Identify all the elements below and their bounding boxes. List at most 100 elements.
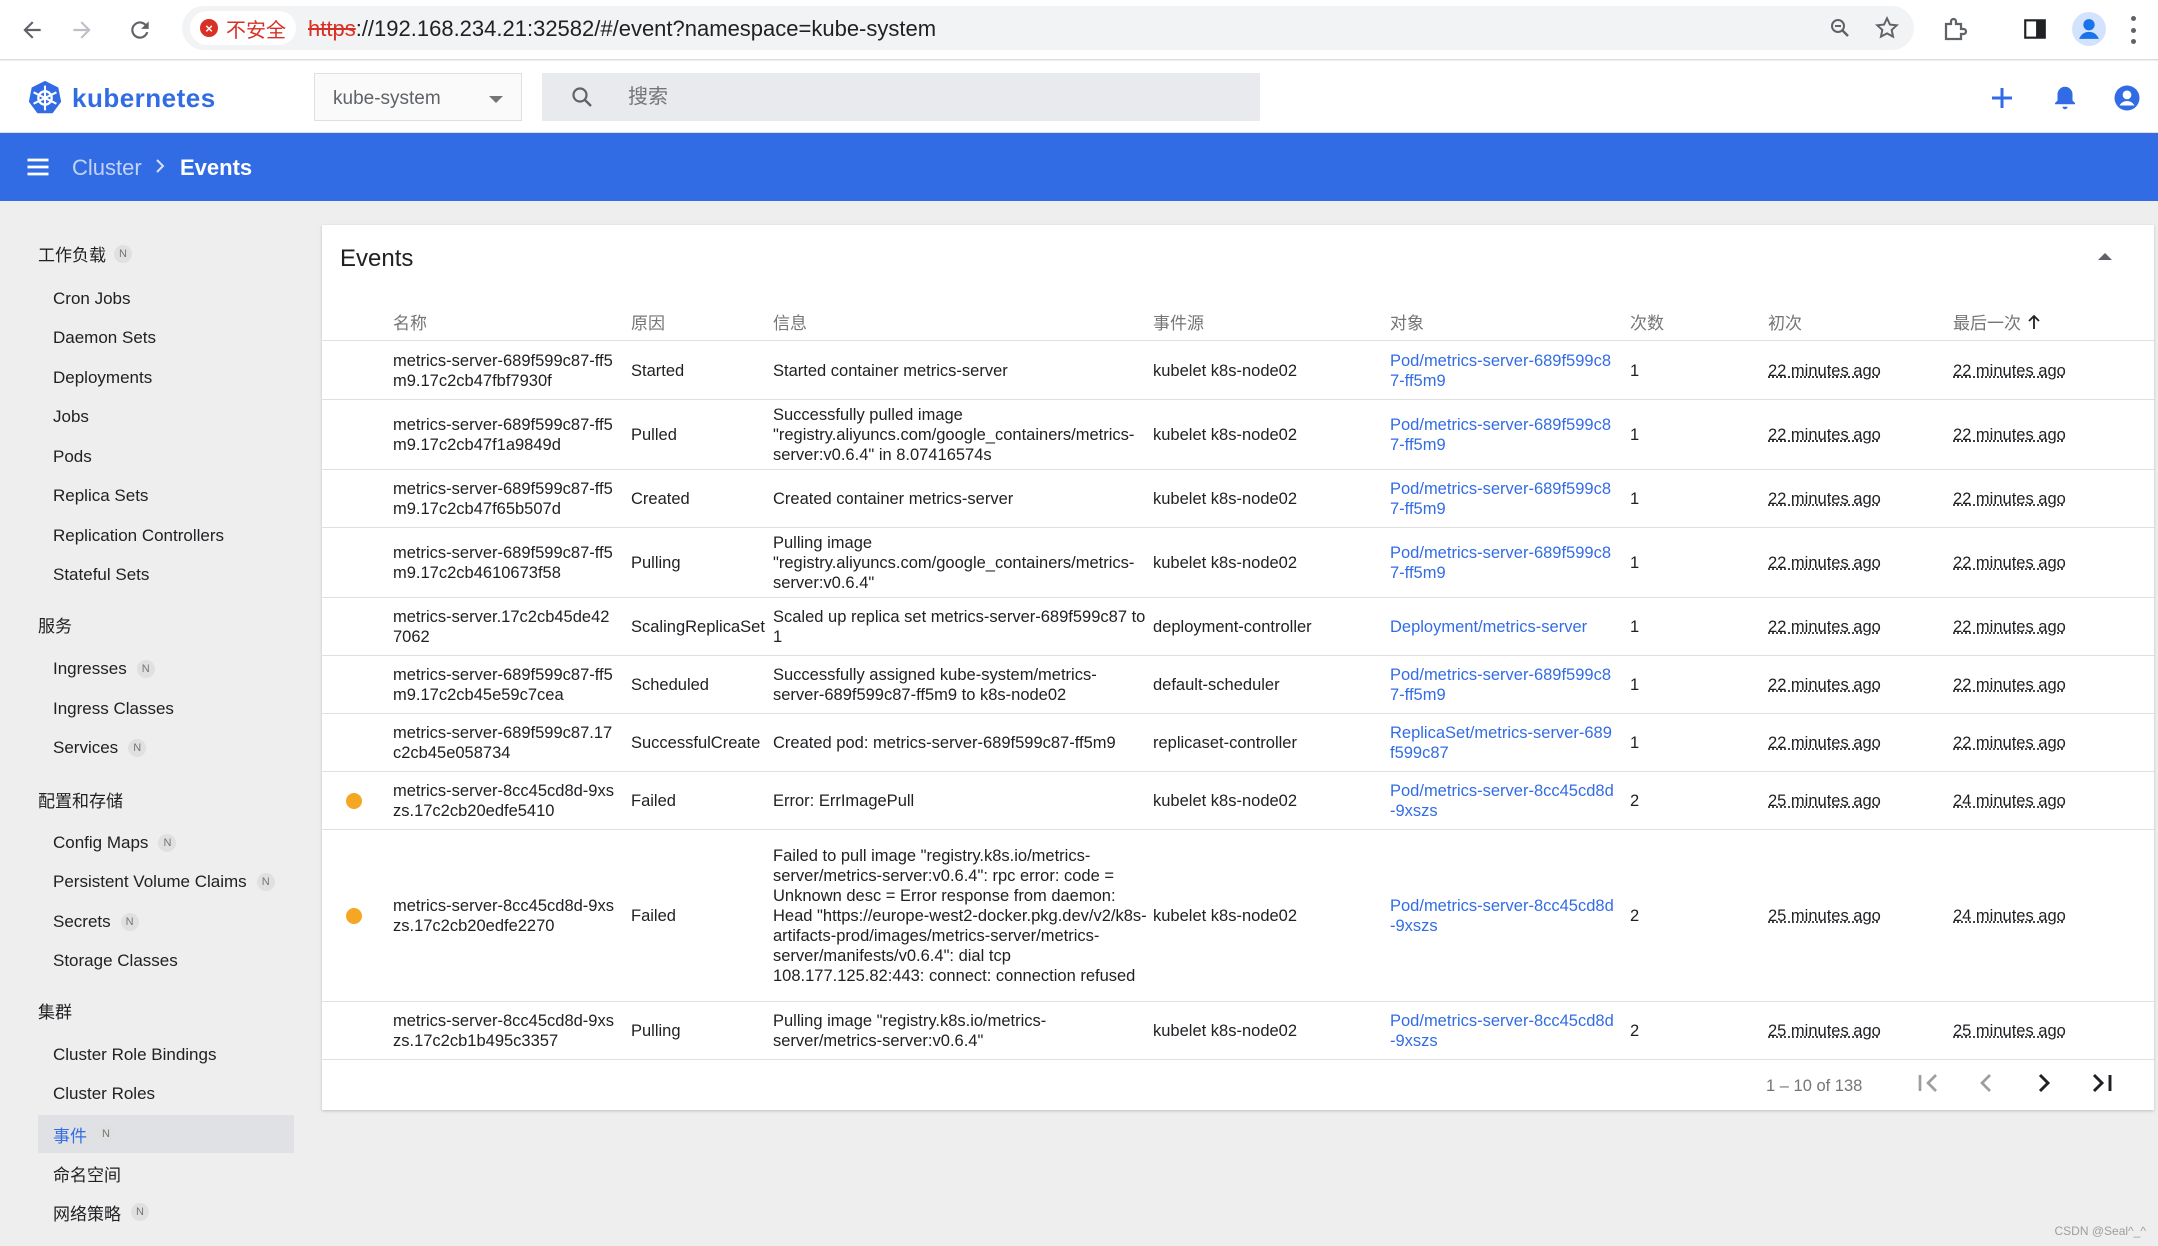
cell-message: Pulling image "registry.aliyuncs.com/goo… (773, 533, 1135, 592)
sidebar-item-cluster-roles[interactable]: Cluster Roles (38, 1075, 294, 1113)
hamburger-menu-icon[interactable] (24, 153, 52, 181)
cell-object-link[interactable]: Pod/metrics-server-689f599c87-ff5m9 (1390, 351, 1615, 391)
collapse-icon[interactable] (2098, 253, 2112, 260)
dropdown-caret-icon (489, 96, 503, 103)
sidebar-item-namespaces[interactable]: 命名空间 (38, 1154, 294, 1192)
sidebar-item-ingresses[interactable]: Ingresses N (38, 650, 294, 688)
cell-reason: Pulling (631, 553, 681, 572)
cell-message: Created container metrics-server (773, 489, 1014, 508)
sidebar-section-workloads[interactable]: 工作负载 N (38, 241, 132, 266)
table-row: metrics-server-689f599c87-ff5m9.17c2cb47… (322, 400, 2154, 470)
search-icon (572, 87, 592, 107)
sidebar-item-replica-sets[interactable]: Replica Sets (38, 477, 294, 515)
cell-object-link[interactable]: Pod/metrics-server-8cc45cd8d-9xszs (1390, 781, 1615, 821)
sidebar-item-ingress-classes[interactable]: Ingress Classes (38, 690, 294, 728)
sidebar-section-config-storage[interactable]: 配置和存储 (38, 787, 123, 812)
cell-last-seen: 22 minutes ago (1953, 733, 2066, 752)
sidebar-item-label: Cron Jobs (53, 289, 131, 308)
profile-avatar[interactable] (2072, 12, 2106, 46)
search-input[interactable] (628, 81, 1228, 113)
browser-menu-icon[interactable] (2130, 16, 2136, 44)
create-plus-icon[interactable] (1987, 83, 2017, 113)
cell-object-link[interactable]: Pod/metrics-server-689f599c87-ff5m9 (1390, 543, 1615, 583)
zoom-icon[interactable] (1828, 16, 1852, 40)
forward-button[interactable] (62, 10, 102, 50)
cell-first-seen: 25 minutes ago (1768, 1021, 1881, 1040)
sidebar-item-label: Replica Sets (53, 486, 149, 505)
cell-object-link[interactable]: Pod/metrics-server-689f599c87-ff5m9 (1390, 415, 1615, 455)
cell-first-seen: 22 minutes ago (1768, 733, 1881, 752)
sidebar-item-storage-classes[interactable]: Storage Classes (38, 942, 294, 980)
account-icon[interactable] (2112, 83, 2142, 113)
sidebar-item-secrets[interactable]: Secrets N (38, 903, 294, 941)
table-row: metrics-server-689f599c87-ff5m9.17c2cb46… (322, 528, 2154, 598)
cell-name: metrics-server-8cc45cd8d-9xszs.17c2cb20e… (393, 781, 614, 820)
kubernetes-logo-icon[interactable] (26, 79, 64, 117)
column-header-first-seen[interactable]: 初次 (1768, 309, 1802, 334)
sidebar-item-pods[interactable]: Pods (38, 438, 294, 476)
cell-message: Pulling image "registry.k8s.io/metrics-s… (773, 1011, 1047, 1050)
column-header-count[interactable]: 次数 (1630, 309, 1664, 334)
sidebar-item-config-maps[interactable]: Config Maps N (38, 824, 294, 862)
sidebar-item-services[interactable]: Services N (38, 729, 294, 767)
url-text[interactable]: https://192.168.234.21:32582/#/event?nam… (308, 16, 936, 42)
column-header-last-seen[interactable]: 最后一次 (1953, 309, 2041, 334)
sidebar-item-replication-controllers[interactable]: Replication Controllers (38, 517, 294, 555)
column-header-source: 事件源 (1153, 314, 1204, 333)
cell-message: Scaled up replica set metrics-server-689… (773, 607, 1146, 646)
arrow-right-icon (73, 21, 91, 39)
sidebar-item-jobs[interactable]: Jobs (38, 398, 294, 436)
cell-object-link[interactable]: ReplicaSet/metrics-server-689f599c87 (1390, 723, 1615, 763)
sidebar-item-label: Deployments (53, 368, 153, 387)
cell-object-link[interactable]: Pod/metrics-server-8cc45cd8d-9xszs (1390, 896, 1615, 936)
namespace-select[interactable]: kube-system (314, 73, 522, 121)
cell-source: deployment-controller (1153, 617, 1312, 636)
search-bar[interactable] (542, 73, 1260, 121)
sidebar-item-stateful-sets[interactable]: Stateful Sets (38, 556, 294, 594)
column-header-name[interactable]: 名称 (393, 309, 427, 334)
cell-object-link[interactable]: Pod/metrics-server-8cc45cd8d-9xszs (1390, 1011, 1615, 1051)
sidebar-section-services[interactable]: 服务 (38, 612, 72, 637)
last-page-icon[interactable] (2086, 1067, 2118, 1099)
brand-name[interactable]: kubernetes (72, 83, 216, 114)
sort-arrow-up-icon (2028, 314, 2040, 329)
table-row: metrics-server-689f599c87-ff5m9.17c2cb45… (322, 656, 2154, 714)
breadcrumb-cluster[interactable]: Cluster (72, 155, 142, 181)
events-card: Events 名称 原因 信息 事件源 对象 次数 初次 最后一次 metric… (322, 225, 2154, 1110)
cell-message: Started container metrics-server (773, 361, 1008, 380)
next-page-icon[interactable] (2028, 1067, 2060, 1099)
cell-object-link[interactable]: Deployment/metrics-server (1390, 617, 1615, 637)
sidebar-item-cron-jobs[interactable]: Cron Jobs (38, 280, 294, 318)
namespaced-badge: N (120, 913, 139, 931)
cell-reason: Failed (631, 791, 676, 810)
bookmark-star-icon[interactable] (1874, 15, 1900, 41)
column-header-reason: 原因 (631, 314, 665, 333)
address-bar[interactable]: × 不安全 https://192.168.234.21:32582/#/eve… (182, 6, 1914, 50)
sidebar-item-daemon-sets[interactable]: Daemon Sets (38, 319, 294, 357)
security-chip[interactable]: × 不安全 (190, 11, 296, 45)
cell-object-link[interactable]: Pod/metrics-server-689f599c87-ff5m9 (1390, 479, 1615, 519)
cell-reason: Pulling (631, 1021, 681, 1040)
cell-object-link[interactable]: Pod/metrics-server-689f599c87-ff5m9 (1390, 665, 1615, 705)
sidebar-item-events[interactable]: 事件 N (38, 1115, 294, 1153)
sidebar-item-label: Ingresses (53, 659, 127, 678)
sidebar-item-cluster-role-bindings[interactable]: Cluster Role Bindings (38, 1036, 294, 1074)
cell-name: metrics-server-8cc45cd8d-9xszs.17c2cb1b4… (393, 1011, 614, 1050)
first-page-icon[interactable] (1912, 1067, 1944, 1099)
namespaced-badge: N (114, 244, 132, 263)
cell-last-seen: 25 minutes ago (1953, 1021, 2066, 1040)
reload-button[interactable] (120, 10, 160, 50)
sidebar-item-label: Ingress Classes (53, 699, 174, 718)
sidebar-item-persistent-volume-claims[interactable]: Persistent Volume Claims N (38, 863, 294, 901)
extensions-icon[interactable] (1941, 14, 1971, 44)
cell-name: metrics-server-689f599c87-ff5m9.17c2cb45… (393, 665, 613, 704)
sidebar-item-network-policies[interactable]: 网络策略 N (38, 1193, 294, 1231)
sidebar-item-label: Daemon Sets (53, 328, 156, 347)
previous-page-icon[interactable] (1970, 1067, 2002, 1099)
sidebar-section-cluster[interactable]: 集群 (38, 998, 72, 1023)
notifications-bell-icon[interactable] (2050, 83, 2080, 113)
side-panel-icon[interactable] (2022, 16, 2048, 42)
sidebar-item-deployments[interactable]: Deployments (38, 359, 294, 397)
back-button[interactable] (12, 10, 52, 50)
security-label: 不安全 (226, 19, 286, 42)
